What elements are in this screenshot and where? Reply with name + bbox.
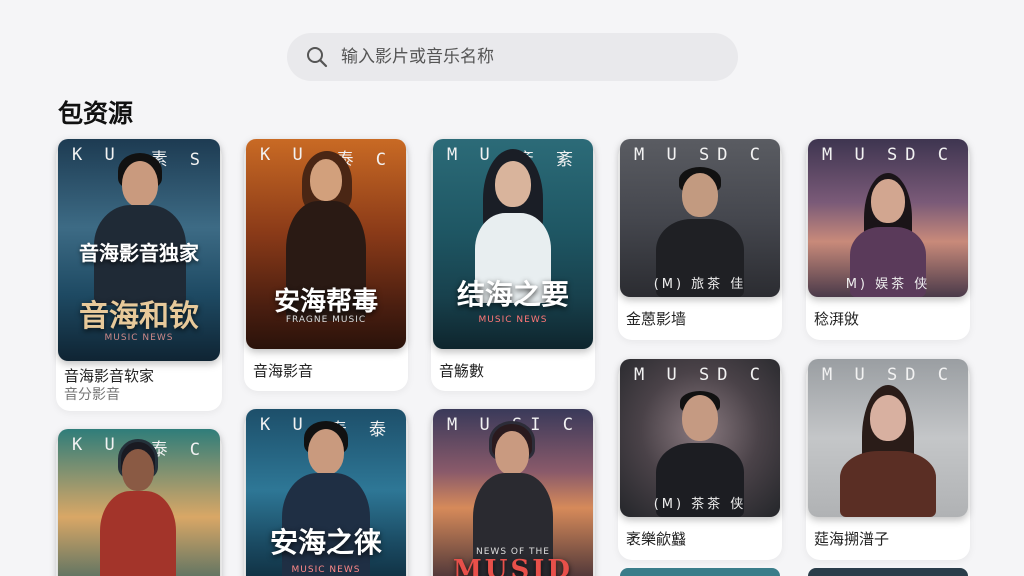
poster-image: K U泰 C — [58, 429, 220, 576]
poster-title: 音海和钦 — [79, 299, 199, 334]
media-card[interactable]: M U SI C NEWS OF THE MUSID — [431, 409, 595, 576]
card-title: 稔湃敓 — [814, 310, 860, 328]
poster-image: M U SI C NEWS OF THE MUSID — [433, 409, 593, 576]
poster-image: M U SD C (M) 旅茶 佳 — [620, 139, 780, 297]
card-title: 袤樂歈蠽 — [626, 530, 687, 548]
poster-image: K U泰 泰 安海之徕 MUSIC NEWS — [246, 409, 406, 576]
card-title: 音海影音软家 — [64, 367, 155, 385]
poster-title: MUSID — [453, 555, 573, 576]
media-card[interactable]: M U SD C M) 娱茶 侠 稔湃敓 — [806, 139, 970, 340]
poster-title: 结海之要 — [456, 278, 569, 311]
media-card[interactable]: M U SD C (M) 茶茶 侠 袤樂歈蠽 — [618, 359, 782, 560]
media-card[interactable]: M U紊 紊 结海之要 MUSIC NEWS 音觞數 — [431, 139, 595, 391]
media-card[interactable]: M U SD C (M) 旅茶 佳 金蒽影墙 — [618, 139, 782, 340]
media-card[interactable]: K U泰 C 安海帮毒 FRAGNE MUSIC 音海影音 — [244, 139, 408, 391]
media-card[interactable]: K U泰 C — [56, 429, 222, 576]
search-input[interactable] — [341, 47, 701, 67]
media-card[interactable]: M U SD C 莚海搠潽子 — [806, 359, 970, 560]
next-row-card-edge — [620, 568, 780, 576]
poster-image: M U SD C (M) 茶茶 侠 — [620, 359, 780, 517]
card-title: 音海影音 — [253, 362, 314, 380]
card-title: 金蒽影墙 — [626, 310, 687, 328]
card-title: 音觞數 — [439, 362, 485, 380]
media-card[interactable]: K U素 S 音海影音独家 音海和钦 MUSIC NEWS 音海影音软家 音分影… — [56, 139, 222, 411]
media-card[interactable]: K U泰 泰 安海之徕 MUSIC NEWS — [244, 409, 408, 576]
card-subtitle: 音分影音 — [64, 387, 120, 403]
poster-image: M U紊 紊 结海之要 MUSIC NEWS — [433, 139, 593, 349]
section-title: 包资源 — [58, 99, 134, 128]
poster-image: M U SD C M) 娱茶 侠 — [808, 139, 968, 297]
poster-title: 安海之徕 — [269, 526, 382, 559]
next-row-card-edge — [808, 568, 968, 576]
poster-title: 安海帮毒 — [273, 287, 378, 317]
search-bar[interactable] — [287, 33, 738, 81]
poster-image: K U泰 C 安海帮毒 FRAGNE MUSIC — [246, 139, 406, 349]
search-icon — [307, 47, 328, 68]
poster-image: M U SD C — [808, 359, 968, 517]
poster-banner: 音海影音独家 — [79, 241, 199, 265]
card-title: 莚海搠潽子 — [814, 530, 890, 548]
poster-image: K U素 S 音海影音独家 音海和钦 MUSIC NEWS — [58, 139, 220, 361]
